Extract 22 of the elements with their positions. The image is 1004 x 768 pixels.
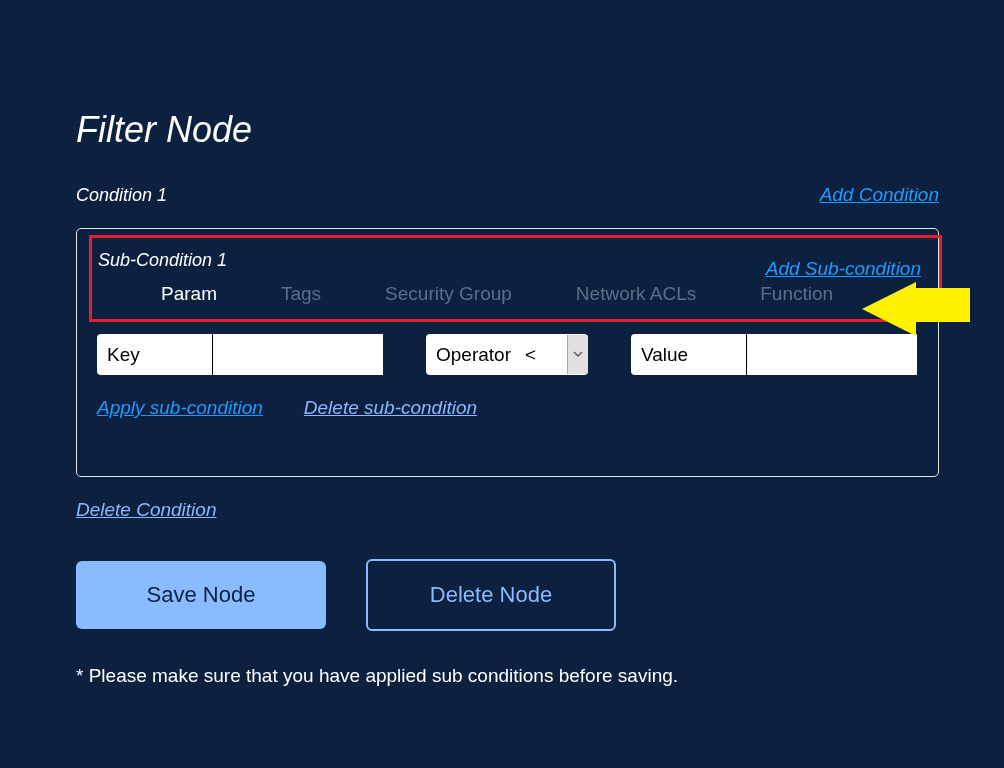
page-title: Filter Node [76, 108, 254, 152]
operator-select[interactable]: Operator < [426, 334, 588, 375]
note-text: * Please make sure that you have applied sub conditions before saving. [76, 665, 680, 687]
sub-condition-link[interactable]: Delete sub-condition [303, 397, 478, 419]
delete-button[interactable]: Delete Node [366, 559, 616, 631]
field-label: Key [97, 334, 213, 375]
delete-condition-link[interactable]: Delete Condition [76, 499, 217, 521]
tab[interactable]: Param [161, 283, 217, 305]
input-field[interactable] [213, 334, 383, 375]
sub-condition-label: Sub-Condition 1 [98, 250, 228, 271]
tab[interactable]: Tags [280, 283, 322, 305]
tab[interactable]: Security Group [385, 283, 512, 305]
condition-label: Condition 1 [76, 184, 168, 206]
tab[interactable]: Network ACLs [575, 283, 697, 305]
add-sub-condition-link[interactable]: Add Sub-condition [765, 258, 921, 280]
caret-icon [567, 335, 588, 374]
tab[interactable]: Function [760, 283, 834, 305]
field-label: Value [631, 334, 747, 375]
input-field[interactable] [747, 334, 917, 375]
add-condition-link[interactable]: Add Condition [819, 184, 939, 206]
save-button[interactable]: Save Node [76, 561, 326, 629]
sub-condition-link[interactable]: Apply sub-condition [97, 397, 263, 419]
